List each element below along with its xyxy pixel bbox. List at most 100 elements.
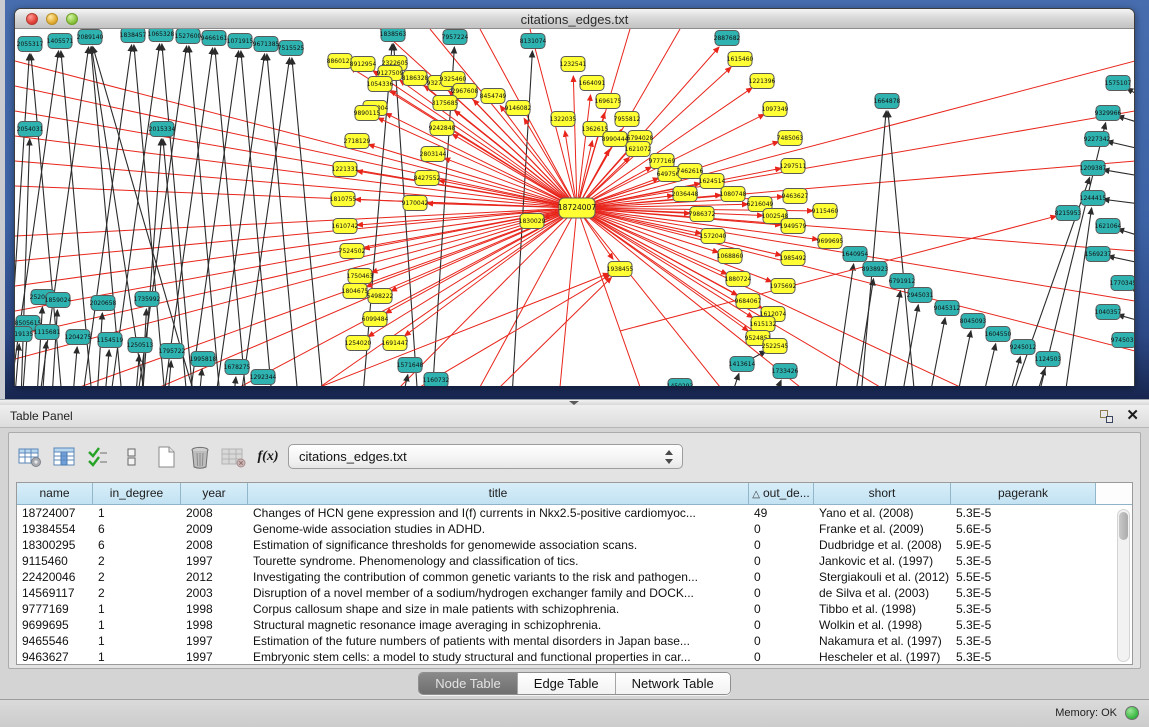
- citation-network-graph[interactable]: 2055317140557120891401838457106532815276…: [15, 29, 1134, 386]
- network-node[interactable]: 1735992: [134, 292, 161, 307]
- function-builder-icon[interactable]: f(x): [253, 443, 283, 471]
- network-node[interactable]: 1610742: [332, 219, 359, 234]
- column-header-name[interactable]: name: [17, 483, 93, 505]
- network-node[interactable]: 1209387: [1080, 161, 1107, 176]
- network-node[interactable]: 1830029: [519, 214, 546, 229]
- column-header-pagerank[interactable]: pagerank: [951, 483, 1096, 505]
- network-node[interactable]: 1615460: [727, 52, 754, 67]
- scrollbar-thumb[interactable]: [1119, 512, 1128, 540]
- network-node[interactable]: 1880724: [725, 272, 752, 287]
- network-node[interactable]: 9466161: [201, 31, 228, 46]
- network-node[interactable]: 6099484: [362, 312, 389, 327]
- network-node[interactable]: 1938455: [607, 262, 634, 277]
- network-node[interactable]: 1160732: [423, 373, 450, 387]
- network-node[interactable]: 1859024: [45, 293, 72, 308]
- network-node[interactable]: 8215953: [1055, 206, 1082, 221]
- column-header-in_degree[interactable]: in_degree: [93, 483, 181, 505]
- network-node[interactable]: 9245012: [1010, 340, 1037, 355]
- network-node[interactable]: 7462616: [677, 164, 704, 179]
- network-node[interactable]: 2036448: [672, 187, 699, 202]
- table-row[interactable]: 1456911722003Disruption of a novel membe…: [17, 585, 1132, 601]
- network-node[interactable]: 9242848: [429, 121, 456, 136]
- network-node[interactable]: 1204275: [65, 330, 92, 345]
- network-node[interactable]: 2887682: [714, 31, 741, 46]
- network-node[interactable]: 1297511: [780, 159, 807, 174]
- network-node[interactable]: 1569237: [1085, 247, 1112, 262]
- network-node[interactable]: 1770345: [1110, 276, 1134, 291]
- network-node[interactable]: 1071915: [227, 34, 254, 49]
- tab-node-table[interactable]: Node Table: [419, 673, 518, 694]
- table-row[interactable]: 946554611997Estimation of the future num…: [17, 633, 1132, 649]
- network-node[interactable]: 1572040: [700, 229, 727, 244]
- column-header-short[interactable]: short: [814, 483, 951, 505]
- network-node[interactable]: 1221396: [749, 74, 776, 89]
- network-window[interactable]: citations_edges.txt 20553171405571208914…: [14, 8, 1135, 386]
- network-node[interactable]: 1527600: [175, 29, 202, 44]
- network-node[interactable]: 5498222: [367, 289, 394, 304]
- close-panel-icon[interactable]: ✕: [1126, 407, 1139, 425]
- delete-entries-icon[interactable]: [185, 443, 215, 471]
- network-node[interactable]: 8427552: [414, 171, 441, 186]
- network-node[interactable]: 7955812: [614, 112, 641, 127]
- table-row[interactable]: 2242004622012Investigating the contribut…: [17, 569, 1132, 585]
- float-panel-icon[interactable]: [1100, 410, 1113, 423]
- network-node[interactable]: 1244415: [1080, 191, 1107, 206]
- table-column-select-icon[interactable]: [49, 443, 79, 471]
- network-node[interactable]: 1154519: [97, 333, 124, 348]
- network-node[interactable]: 2020658: [90, 296, 117, 311]
- network-node[interactable]: 6791912: [889, 274, 916, 289]
- network-node[interactable]: 1615132: [750, 317, 777, 332]
- table-row[interactable]: 911546021997Tourette syndrome. Phenomeno…: [17, 553, 1132, 569]
- network-node[interactable]: 1678275: [224, 360, 251, 375]
- network-node[interactable]: 1250513: [127, 338, 154, 353]
- network-node[interactable]: 7515525: [278, 41, 305, 56]
- network-node[interactable]: 8131074: [520, 34, 547, 49]
- network-node[interactable]: 2055317: [17, 37, 44, 52]
- network-node[interactable]: 8990444: [602, 132, 629, 147]
- network-node[interactable]: 2054031: [17, 122, 44, 137]
- network-node[interactable]: 2718129: [344, 134, 371, 149]
- network-node[interactable]: 1322035: [550, 112, 577, 127]
- network-node[interactable]: 1292344: [250, 370, 277, 385]
- network-node[interactable]: 8938923: [862, 262, 889, 277]
- network-node[interactable]: 1696175: [595, 94, 622, 109]
- new-table-icon[interactable]: [151, 443, 181, 471]
- network-node[interactable]: 1750463: [347, 269, 374, 284]
- column-header-year[interactable]: year: [181, 483, 248, 505]
- network-node[interactable]: 9227342: [1084, 132, 1111, 147]
- network-node[interactable]: 7524502: [339, 244, 366, 259]
- network-node[interactable]: 1664878: [874, 94, 901, 109]
- network-node[interactable]: 1080748: [720, 187, 747, 202]
- select-all-check-icon[interactable]: [83, 443, 113, 471]
- network-node[interactable]: 1621072: [625, 142, 652, 157]
- network-node[interactable]: 1115681: [34, 325, 61, 340]
- network-node[interactable]: 9463627: [782, 189, 809, 204]
- network-node[interactable]: 1604550: [985, 327, 1012, 342]
- network-node[interactable]: 9745038: [1111, 333, 1134, 348]
- table-row[interactable]: 1938455462009Genome-wide association stu…: [17, 521, 1132, 537]
- table-row[interactable]: 1830029562008Estimation of significance …: [17, 537, 1132, 553]
- network-node[interactable]: 1810755: [330, 192, 357, 207]
- network-node[interactable]: 8045093: [960, 314, 987, 329]
- network-node[interactable]: 2522545: [762, 339, 789, 354]
- table-row[interactable]: 1872400712008Changes of HCN gene express…: [17, 505, 1132, 521]
- network-node[interactable]: 7986372: [689, 207, 716, 222]
- network-node[interactable]: 7957224: [442, 30, 469, 45]
- network-window-titlebar[interactable]: citations_edges.txt: [15, 9, 1134, 29]
- network-node[interactable]: 8454749: [480, 89, 507, 104]
- network-node[interactable]: 1571648: [397, 358, 424, 373]
- column-header-title[interactable]: title: [248, 483, 749, 505]
- network-node[interactable]: 1097349: [762, 102, 789, 117]
- network-node[interactable]: 9329966: [1095, 106, 1122, 121]
- network-node[interactable]: 9890115: [354, 106, 381, 121]
- network-node[interactable]: 1975692: [770, 279, 797, 294]
- network-node[interactable]: 1621064: [1095, 219, 1122, 234]
- network-node[interactable]: 1040357: [1095, 305, 1122, 320]
- network-node[interactable]: 1221331: [332, 162, 359, 177]
- network-node[interactable]: 1413614: [729, 357, 756, 372]
- network-node[interactable]: 9671385: [253, 37, 280, 52]
- network-node[interactable]: 8912954: [350, 57, 377, 72]
- table-select-dropdown[interactable]: citations_edges.txt: [288, 444, 683, 469]
- network-node[interactable]: 1624514: [699, 174, 726, 189]
- network-node[interactable]: 1232541: [560, 57, 587, 72]
